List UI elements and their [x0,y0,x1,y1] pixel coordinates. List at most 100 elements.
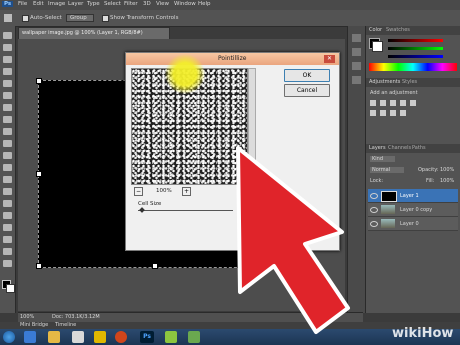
history-brush-icon[interactable] [3,140,12,147]
hue-saturation-icon[interactable] [370,110,376,116]
tab-color[interactable]: Color [369,27,382,33]
group-dropdown[interactable]: Group [66,14,94,22]
menu-file[interactable]: File [18,1,27,7]
menu-layer[interactable]: Layer [68,1,83,7]
tab-swatches[interactable]: Swatches [386,27,410,33]
eye-icon[interactable] [370,207,378,213]
media-player-icon[interactable] [72,331,84,343]
transform-checkbox[interactable] [102,15,109,22]
zoom-level[interactable]: 100% [20,314,34,320]
tab-timeline[interactable]: Timeline [55,322,76,328]
cell-size-slider[interactable] [138,210,233,211]
chrome-icon[interactable] [94,331,106,343]
auto-select-checkbox[interactable] [22,15,29,22]
menu-select[interactable]: Select [104,1,121,7]
tab-paths[interactable]: Paths [412,145,426,151]
red-slider[interactable] [388,39,443,42]
black-white-icon[interactable] [390,110,396,116]
menu-filter[interactable]: Filter [124,1,138,7]
move-icon[interactable] [3,32,12,39]
brush-icon[interactable] [3,116,12,123]
paint-icon[interactable] [165,331,177,343]
tab-styles[interactable]: Styles [402,79,417,85]
menu-help[interactable]: Help [198,1,211,7]
opacity-value[interactable]: 100% [440,167,454,173]
color-balance-icon[interactable] [380,110,386,116]
menu-3d[interactable]: 3D [143,1,151,7]
layer-row[interactable]: Layer 0 copy [368,203,458,217]
app-icon[interactable] [188,331,200,343]
tab-channels[interactable]: Channels [388,145,411,151]
background-color[interactable] [6,284,15,293]
curves-icon[interactable] [390,100,396,106]
shape-icon[interactable] [3,236,12,243]
vibrance-icon[interactable] [410,100,416,106]
eye-icon[interactable] [370,221,378,227]
green-slider[interactable] [388,47,443,50]
transform-handle[interactable] [36,78,42,84]
type-icon[interactable] [3,212,12,219]
photo-filter-icon[interactable] [400,110,406,116]
lasso-icon[interactable] [3,56,12,63]
color-ramp[interactable] [369,63,457,71]
dodge-icon[interactable] [3,188,12,195]
path-select-icon[interactable] [3,224,12,231]
character-icon[interactable] [352,76,361,84]
tab-mini-bridge[interactable]: Mini Bridge [20,322,48,328]
transform-label: Show Transform Controls [110,15,179,21]
move-tool-icon[interactable] [4,14,12,22]
cell-size-slider-thumb[interactable] [139,207,145,213]
gradient-icon[interactable] [3,164,12,171]
menu-image[interactable]: Image [48,1,65,7]
blue-slider[interactable] [388,55,443,58]
zoom-icon[interactable] [3,260,12,267]
background-swatch[interactable] [372,41,383,52]
layer-row[interactable]: Layer 1 [368,189,458,203]
menu-type[interactable]: Type [87,1,100,7]
marquee-icon[interactable] [3,44,12,51]
dialog-titlebar[interactable]: Pointillize ✕ [126,53,339,65]
layer-filter-kind[interactable]: Kind [370,156,396,162]
zoom-in-button[interactable]: + [182,187,191,196]
brightness-icon[interactable] [370,100,376,106]
crop-icon[interactable] [3,80,12,87]
clone-stamp-icon[interactable] [3,128,12,135]
blend-mode-dropdown[interactable]: Normal [370,167,405,173]
tab-layers[interactable]: Layers [369,145,386,151]
levels-icon[interactable] [380,100,386,106]
quick-select-icon[interactable] [3,68,12,75]
fill-value[interactable]: 100% [440,178,454,184]
eyedropper-icon[interactable] [3,92,12,99]
hand-icon[interactable] [3,248,12,255]
menu-window[interactable]: Window [174,1,196,7]
start-button-icon[interactable] [3,331,15,343]
zoom-out-button[interactable]: − [134,187,143,196]
brush-preset-icon[interactable] [352,62,361,70]
transform-handle[interactable] [152,263,158,269]
fill-label: Fill: [426,178,435,184]
eye-icon[interactable] [370,193,378,199]
eraser-icon[interactable] [3,152,12,159]
ok-button[interactable]: OK [284,69,330,82]
blur-icon[interactable] [3,176,12,183]
close-icon[interactable]: ✕ [324,55,335,63]
healing-icon[interactable] [3,104,12,111]
file-explorer-icon[interactable] [48,331,60,343]
history-icon[interactable] [352,34,361,42]
layer-row[interactable]: Layer 0 [368,217,458,231]
cancel-button[interactable]: Cancel [284,84,330,97]
document-size[interactable]: Doc: 703.1K/3.12M [52,314,100,320]
preview-scrollbar[interactable] [248,68,256,185]
transform-handle[interactable] [268,263,274,269]
exposure-icon[interactable] [400,100,406,106]
internet-explorer-icon[interactable] [24,331,36,343]
transform-handle[interactable] [36,263,42,269]
transform-handle[interactable] [36,171,42,177]
menu-view[interactable]: View [156,1,169,7]
photoshop-taskbar-icon[interactable]: Ps [140,331,154,343]
pen-icon[interactable] [3,200,12,207]
tab-adjustments[interactable]: Adjustments [369,79,400,85]
properties-icon[interactable] [352,48,361,56]
menu-edit[interactable]: Edit [33,1,44,7]
firefox-icon[interactable] [115,331,127,343]
